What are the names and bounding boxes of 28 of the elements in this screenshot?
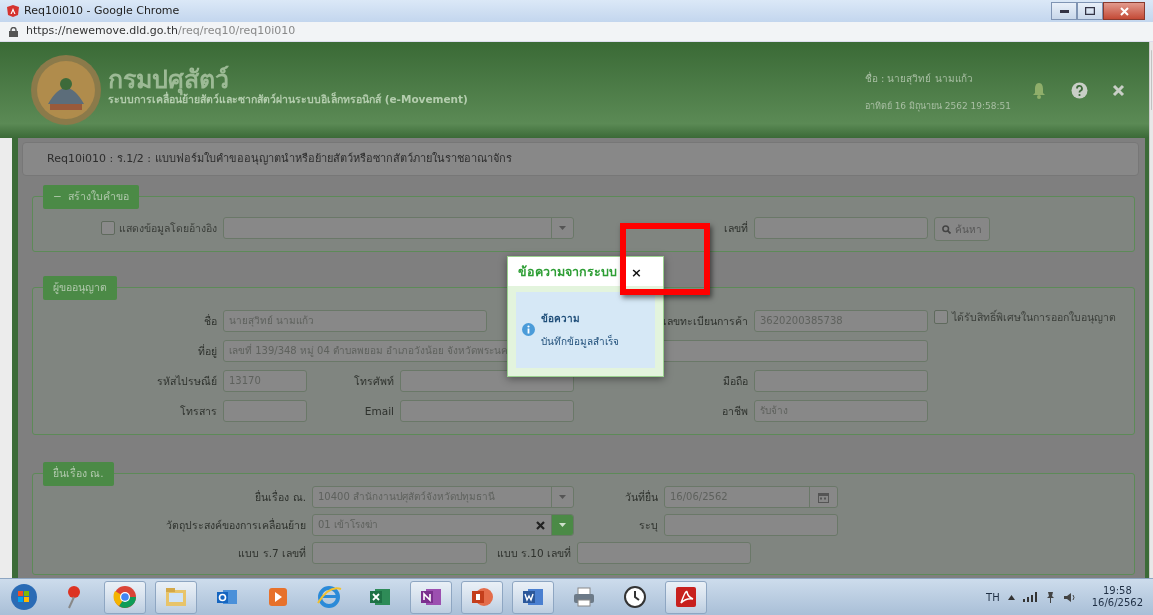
field-label: ที่อยู่ [197,343,217,360]
field-label: แบบ ร.7 เลขที่ [237,545,306,561]
legend-text: ยื่นเรื่อง ณ. [53,466,104,482]
field-label: ยื่นเรื่อง ณ. [254,489,306,505]
date-time: อาทิตย์ 16 มิถุนายน 2562 19:58:51 [864,99,1011,114]
field-label: ชื่อ [203,313,217,329]
page-title: Req10i010 : ร.1/2 : แบบฟอร์มใบคำขออนุญาตนำหรือย้ายสัตว์หรือซากสัตว์ภายในราชอาณาจักร [47,150,512,167]
legend-text: สร้างใบคำขอ [67,189,129,205]
field-label: ระบุ [638,518,658,534]
field-label: วันที่ยื่น [624,489,658,505]
field-label: เลขที่ [723,220,748,236]
dialog-title: ข้อความจากระบบ [518,263,617,281]
legend-text: ผู้ขออนุญาต [53,280,107,296]
user-name: ชื่อ : นายสุวิทย์ นามแก้ว [864,70,974,86]
field-label: รหัสไปรษณีย์ [156,374,217,389]
field-label: มือถือ [722,374,748,389]
message-heading: ข้อความ [541,311,581,326]
checkbox-label: แสดงข้อมูลโดยอ้างอิง [119,221,217,237]
field-label: โทรสาร [179,404,217,419]
field-label: Email [363,404,394,419]
checkbox-label: ได้รับสิทธิ์พิเศษในการออกใบอนุญาต [952,310,1116,325]
field-label: แบบ ร.10 เลขที่ [495,545,571,561]
field-label: วัตถุประสงค์ของการเคลื่อนย้าย [165,517,306,534]
field-label: โทรศัพท์ [353,374,394,389]
window-title: Req10i010 - Google Chrome [24,2,180,19]
field-label: อาชีพ [721,404,748,419]
message-text: บันทึกข้อมูลสำเร็จ [541,333,619,349]
field-label: เลขทะเบียนการค้า [662,314,748,329]
